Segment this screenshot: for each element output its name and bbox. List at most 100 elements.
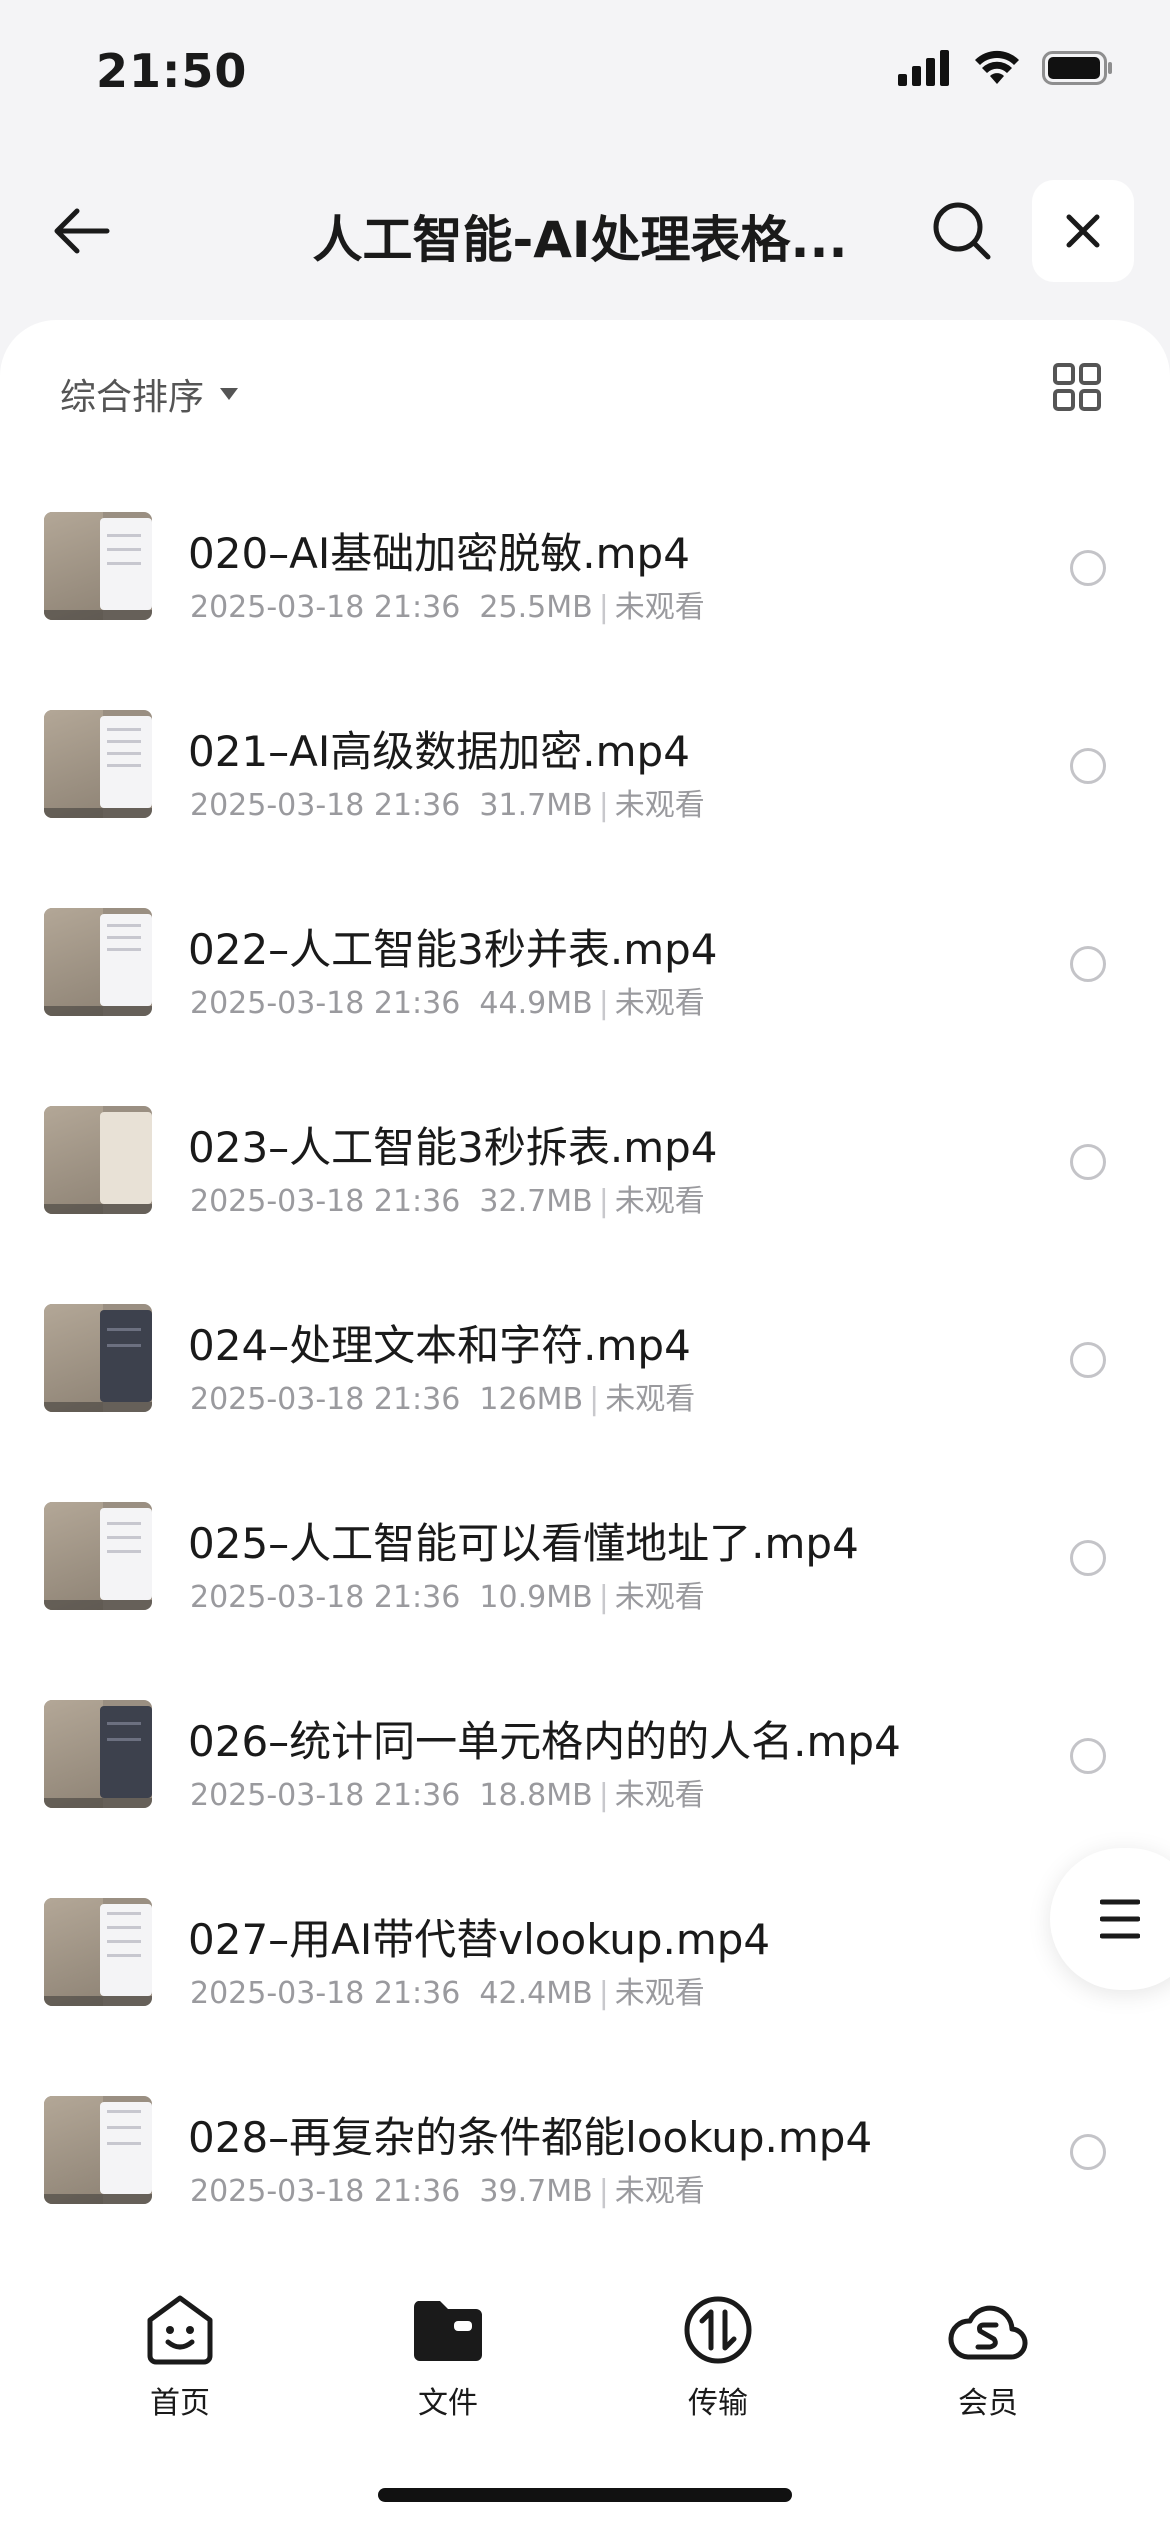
- file-meta: 2025-03-18 21:36 10.9MB | 未观看: [190, 1580, 705, 1615]
- watch-status: 未观看: [614, 1976, 705, 2011]
- file-date: 2025-03-18 21:36: [190, 1976, 461, 2011]
- tab-label: 首页: [150, 2386, 210, 2421]
- file-name: 023–人工智能3秒拆表.mp4: [188, 1123, 718, 1172]
- folder-icon: [413, 2301, 482, 2361]
- file-name: 028–再复杂的条件都能lookup.mp4: [188, 2113, 873, 2162]
- file-name: 024–处理文本和字符.mp4: [188, 1321, 691, 1370]
- file-size: 44.9MB: [479, 986, 593, 1021]
- file-row[interactable]: 027–用AI带代替vlookup.mp4 2025-03-18 21:36 4…: [0, 1856, 1170, 2054]
- file-row[interactable]: 025–人工智能可以看懂地址了.mp4 2025-03-18 21:36 10.…: [0, 1460, 1170, 1658]
- file-date: 2025-03-18 21:36: [190, 2174, 461, 2209]
- select-radio[interactable]: [1070, 946, 1106, 982]
- file-row[interactable]: 026–统计同一单元格内的的人名.mp4 2025-03-18 21:36 18…: [0, 1658, 1170, 1856]
- arrow-left-icon: [54, 208, 110, 254]
- file-name: 022–人工智能3秒并表.mp4: [188, 925, 718, 974]
- file-row[interactable]: 023–人工智能3秒拆表.mp4 2025-03-18 21:36 32.7MB…: [0, 1064, 1170, 1262]
- file-size: 31.7MB: [479, 788, 593, 823]
- video-thumbnail: [44, 908, 152, 1016]
- watch-status: 未观看: [614, 590, 705, 625]
- watch-status: 未观看: [614, 788, 705, 823]
- watch-status: 未观看: [605, 1382, 696, 1417]
- select-radio[interactable]: [1070, 748, 1106, 784]
- close-button[interactable]: [1032, 180, 1134, 282]
- header: 人工智能-AI处理表格...: [0, 170, 1170, 290]
- file-meta: 2025-03-18 21:36 39.7MB | 未观看: [190, 2174, 705, 2209]
- file-name: 026–统计同一单元格内的的人名.mp4: [188, 1717, 901, 1766]
- file-meta: 2025-03-18 21:36 32.7MB | 未观看: [190, 1184, 705, 1219]
- back-button[interactable]: [46, 196, 116, 266]
- video-thumbnail: [44, 1700, 152, 1808]
- watch-status: 未观看: [614, 986, 705, 1021]
- file-list-panel: 综合排序 020–AI基础加密脱敏.mp4 2025-03-18 21:36 2…: [0, 320, 1170, 2280]
- video-thumbnail: [44, 1502, 152, 1610]
- select-radio[interactable]: [1070, 1738, 1106, 1774]
- file-size: 25.5MB: [479, 590, 593, 625]
- file-size: 39.7MB: [479, 2174, 593, 2209]
- watch-status: 未观看: [614, 1184, 705, 1219]
- wifi-icon: [975, 50, 1019, 84]
- file-date: 2025-03-18 21:36: [190, 1184, 461, 1219]
- file-row[interactable]: 028–再复杂的条件都能lookup.mp4 2025-03-18 21:36 …: [0, 2054, 1170, 2252]
- file-size: 10.9MB: [479, 1580, 593, 1615]
- file-size: 126MB: [479, 1382, 584, 1417]
- file-row[interactable]: 024–处理文本和字符.mp4 2025-03-18 21:36 126MB | 未…: [0, 1262, 1170, 1460]
- file-name: 020–AI基础加密脱敏.mp4: [188, 529, 690, 578]
- file-meta: 2025-03-18 21:36 44.9MB | 未观看: [190, 986, 705, 1021]
- file-meta: 2025-03-18 21:36 42.4MB | 未观看: [190, 1976, 705, 2011]
- tab-label: 文件: [418, 2386, 478, 2421]
- signal-icon: [898, 50, 949, 86]
- file-date: 2025-03-18 21:36: [190, 1382, 461, 1417]
- file-size: 18.8MB: [479, 1778, 593, 1813]
- select-radio[interactable]: [1070, 1540, 1106, 1576]
- smile-face-icon: [147, 2295, 213, 2365]
- video-thumbnail: [44, 710, 152, 818]
- file-name: 027–用AI带代替vlookup.mp4: [188, 1915, 771, 1964]
- cloud-icon: [948, 2305, 1028, 2360]
- file-row[interactable]: 022–人工智能3秒并表.mp4 2025-03-18 21:36 44.9MB…: [0, 866, 1170, 1064]
- select-radio[interactable]: [1070, 2134, 1106, 2170]
- file-date: 2025-03-18 21:36: [190, 1778, 461, 1813]
- video-thumbnail: [44, 1898, 152, 2006]
- status-icons: [898, 50, 1114, 86]
- file-row[interactable]: 021–AI高级数据加密.mp4 2025-03-18 21:36 31.7MB…: [0, 668, 1170, 866]
- file-name: 021–AI高级数据加密.mp4: [188, 727, 690, 776]
- watch-status: 未观看: [614, 2174, 705, 2209]
- file-date: 2025-03-18 21:36: [190, 788, 461, 823]
- search-button[interactable]: [925, 194, 999, 268]
- file-name: 025–人工智能可以看懂地址了.mp4: [188, 1519, 859, 1568]
- search-icon: [933, 202, 991, 260]
- file-meta: 2025-03-18 21:36 126MB | 未观看: [190, 1382, 696, 1417]
- page-title: 人工智能-AI处理表格...: [312, 211, 848, 269]
- tab-home[interactable]: 首页: [80, 2290, 280, 2422]
- tab-label: 会员: [958, 2386, 1018, 2421]
- file-meta: 2025-03-18 21:36 18.8MB | 未观看: [190, 1778, 705, 1813]
- watch-status: 未观看: [614, 1580, 705, 1615]
- file-size: 32.7MB: [479, 1184, 593, 1219]
- close-icon: [1066, 214, 1100, 248]
- transfer-icon: [684, 2296, 752, 2364]
- watch-status: 未观看: [614, 1778, 705, 1813]
- grid-view-button[interactable]: [1052, 362, 1102, 412]
- grid-icon: [1053, 363, 1101, 411]
- tab-membership[interactable]: 会员: [888, 2290, 1088, 2422]
- menu-lines-icon: [1100, 1899, 1140, 1939]
- select-radio[interactable]: [1070, 1342, 1106, 1378]
- status-bar: 21:50: [0, 0, 1170, 150]
- file-meta: 2025-03-18 21:36 31.7MB | 未观看: [190, 788, 705, 823]
- video-thumbnail: [44, 512, 152, 620]
- file-list: 020–AI基础加密脱敏.mp4 2025-03-18 21:36 25.5MB…: [0, 470, 1170, 2252]
- select-radio[interactable]: [1070, 1144, 1106, 1180]
- file-size: 42.4MB: [479, 1976, 593, 2011]
- status-time: 21:50: [96, 44, 248, 98]
- file-date: 2025-03-18 21:36: [190, 1580, 461, 1615]
- battery-icon: [1042, 51, 1112, 85]
- select-radio[interactable]: [1070, 550, 1106, 586]
- sort-label: 综合排序: [60, 377, 205, 418]
- tab-files[interactable]: 文件: [348, 2290, 548, 2422]
- caret-down-icon: [220, 388, 239, 400]
- tab-transfer[interactable]: 传输: [618, 2290, 818, 2422]
- video-thumbnail: [44, 1304, 152, 1412]
- file-date: 2025-03-18 21:36: [190, 986, 461, 1021]
- file-row[interactable]: 020–AI基础加密脱敏.mp4 2025-03-18 21:36 25.5MB…: [0, 470, 1170, 668]
- sort-dropdown[interactable]: 综合排序: [60, 364, 240, 424]
